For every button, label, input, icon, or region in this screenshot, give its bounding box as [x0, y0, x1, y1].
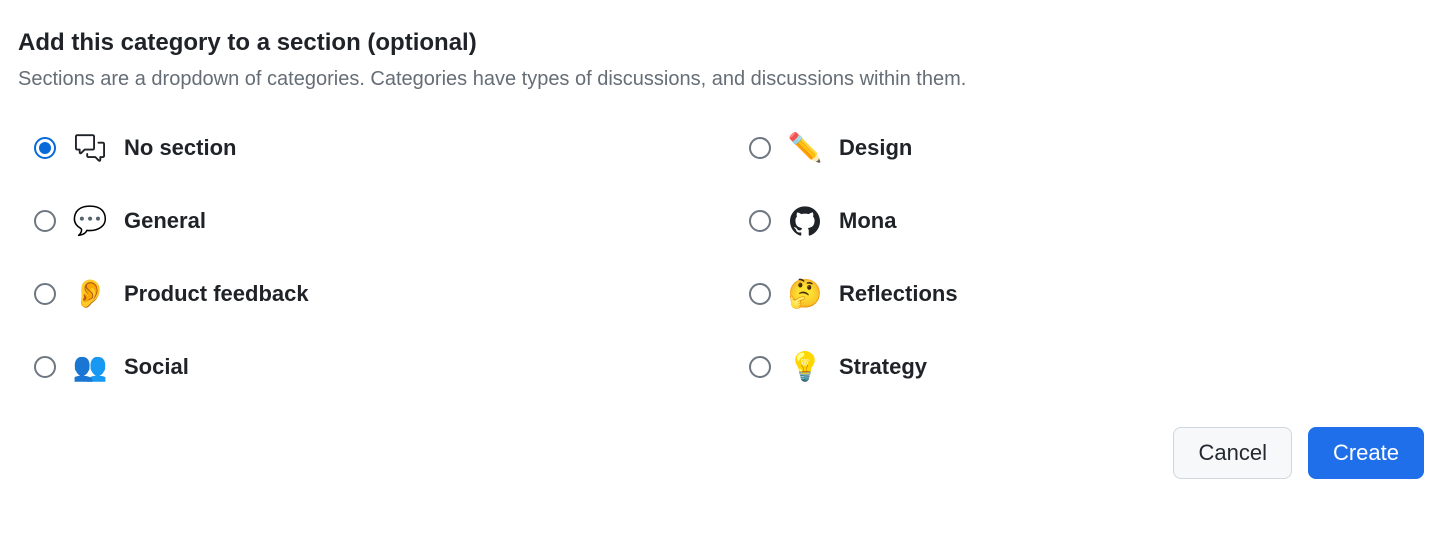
section-option-mona[interactable]: Mona: [749, 204, 1424, 237]
radio-mona[interactable]: [749, 210, 771, 232]
section-option-design[interactable]: ✏️ Design: [749, 131, 1424, 164]
section-option-product-feedback[interactable]: 👂 Product feedback: [34, 277, 709, 310]
option-label: Reflections: [839, 281, 958, 307]
ear-icon: 👂: [72, 277, 108, 310]
radio-no-section[interactable]: [34, 137, 56, 159]
create-button[interactable]: Create: [1308, 427, 1424, 479]
radio-design[interactable]: [749, 137, 771, 159]
busts-silhouette-icon: 👥: [72, 350, 108, 383]
section-option-general[interactable]: 💬 General: [34, 204, 709, 237]
radio-product-feedback[interactable]: [34, 283, 56, 305]
section-option-social[interactable]: 👥 Social: [34, 350, 709, 383]
option-label: Social: [124, 354, 189, 380]
radio-general[interactable]: [34, 210, 56, 232]
light-bulb-icon: 💡: [787, 350, 823, 383]
option-label: General: [124, 208, 206, 234]
option-label: Product feedback: [124, 281, 309, 307]
radio-social[interactable]: [34, 356, 56, 378]
section-heading: Add this category to a section (optional…: [18, 28, 1424, 58]
section-option-strategy[interactable]: 💡 Strategy: [749, 350, 1424, 383]
section-option-no-section[interactable]: No section: [34, 131, 709, 164]
option-label: No section: [124, 135, 236, 161]
option-label: Design: [839, 135, 912, 161]
section-options-grid: No section ✏️ Design 💬 General Mona 👂 Pr…: [18, 131, 1424, 383]
cancel-button[interactable]: Cancel: [1173, 427, 1291, 479]
comment-discussion-icon: [72, 133, 108, 163]
section-subheading: Sections are a dropdown of categories. C…: [18, 68, 1424, 91]
section-option-reflections[interactable]: 🤔 Reflections: [749, 277, 1424, 310]
speech-balloon-icon: 💬: [72, 204, 108, 237]
pencil-icon: ✏️: [787, 131, 823, 164]
thinking-face-icon: 🤔: [787, 277, 823, 310]
radio-reflections[interactable]: [749, 283, 771, 305]
option-label: Mona: [839, 208, 896, 234]
radio-strategy[interactable]: [749, 356, 771, 378]
octocat-icon: [787, 206, 823, 236]
option-label: Strategy: [839, 354, 927, 380]
footer-actions: Cancel Create: [18, 427, 1424, 479]
